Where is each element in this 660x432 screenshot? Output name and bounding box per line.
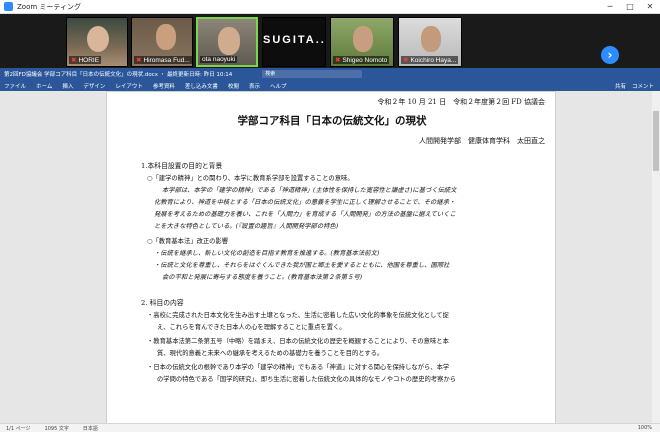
participant-name: Hiromasa Fud... [143,57,190,64]
page-count: 1/1 ページ [6,425,31,432]
participant-video [156,24,176,50]
participant-tile[interactable]: ✖ HORIE [66,17,128,67]
zoom-level[interactable]: 100% [638,425,652,431]
tab-home[interactable]: ホーム [36,82,52,90]
participant-strip: ✖ HORIE ✖ Hiromasa Fud... ota naoyuki SUGI… [0,14,660,68]
tab-help[interactable]: ヘルプ [270,82,287,90]
tab-references[interactable]: 参考資料 [153,82,175,90]
participant-tile[interactable]: SUGITA... [262,17,326,67]
list-item: 会の平和と発展に寄与する態度を養うこと。(教育基本法第２条第５号) [162,274,363,281]
zoom-window-title: Zoom ミーティング [17,2,81,11]
ribbon-tabs: ファイル ホーム 挿入 デザイン レイアウト 参考資料 差し込み文書 校閲 表示… [0,80,660,91]
list-item: の学問の特色である「国学的研究」、即ち生活に密着した伝統文化の具体的なモノやコト… [157,376,457,383]
paragraph: 化教育により、神道を中核とする「日本の伝統文化」の意義を学生に正しく理解させるこ… [154,199,456,206]
word-window: 第2回FD協議会 学部コア科目「日本の伝統文化」の現状.docx ・ 最終更新日… [0,68,660,432]
minimize-button[interactable]: ─ [600,0,620,14]
participant-name-placeholder: SUGITA... [263,34,326,46]
tab-file[interactable]: ファイル [4,82,26,90]
participant-tile[interactable]: ✖ Koichiro Haya... [398,17,462,67]
document-heading: 学部コア科目「日本の伝統文化」の現状 [237,115,427,127]
document-title: 第2回FD協議会 学部コア科目「日本の伝統文化」の現状.docx ・ 最終更新日… [4,72,233,78]
list-item: ・伝統と文化を尊重し、それらをはぐくんできた我が国と郷土を愛するとともに、他国を… [154,262,450,269]
zoom-logo-icon [4,2,13,11]
mic-muted-icon: ✖ [335,57,341,64]
participant-name: ota naoyuki [202,56,236,63]
tab-layout[interactable]: レイアウト [115,82,143,90]
participant-tile[interactable]: ✖ Hiromasa Fud... [131,17,193,67]
status-bar: 1/1 ページ 1095 文字 日本語 100% [0,423,660,432]
section-heading: 1.本科目設置の目的と背景 [141,162,223,170]
tab-review[interactable]: 校閲 [228,82,239,90]
section-heading: 2. 科目の内容 [141,299,184,307]
paragraph: とを大きな特色としている。(『設置の趣旨』人間開発学部の特色) [154,223,339,230]
vertical-scrollbar[interactable] [652,91,660,423]
list-item: え、これらを育んできた日本人の心を理解することに重点を置く。 [157,324,346,331]
list-item: ・伝統を継承し、新しい文化の創造を目指す教育を推進する。(教育基本法前文) [154,250,380,257]
list-item: ・高校に完成された日本文化を生み出す土壌となった、生活に密着した広い文化的事象を… [147,312,449,319]
mic-muted-icon: ✖ [71,57,77,64]
mic-muted-icon: ✖ [136,57,142,64]
document-page[interactable]: 令和２年 10 月 21 日 令和２年度第２回 FD 協議会 学部コア科目「日本… [106,91,556,423]
paragraph: 発展を考えるための基礎力を養い、これを「人間力」を育成する「人間開発」の方法の基… [154,211,456,218]
participant-tile[interactable]: ✖ Shigeo Nomoto [330,17,394,67]
mic-muted-icon: ✖ [403,57,409,64]
scrollbar-thumb[interactable] [653,111,659,171]
word-titlebar: 第2回FD協議会 学部コア科目「日本の伝統文化」の現状.docx ・ 最終更新日… [0,68,660,80]
participant-name: Koichiro Haya... [410,57,457,64]
author-line: 人間開発学部 健康体育学科 太田直之 [419,137,545,145]
participant-video [218,27,240,55]
participant-tile-active[interactable]: ota naoyuki [196,17,258,67]
chevron-right-icon: › [607,48,613,62]
list-item: 質、現代的意義と未来への継承を考えるための基礎力を養うことを目的とする。 [157,350,384,357]
document-area[interactable]: 令和２年 10 月 21 日 令和２年度第２回 FD 協議会 学部コア科目「日本… [0,91,660,423]
language: 日本語 [82,425,98,432]
search-box[interactable]: 検索 [262,70,363,78]
participant-name: HORIE [78,57,100,64]
date-line: 令和２年 10 月 21 日 令和２年度第２回 FD 協議会 [377,98,545,106]
participant-video [421,26,441,52]
next-participants-button[interactable]: › [601,46,619,64]
comments-button[interactable]: コメント [632,82,654,90]
word-count: 1095 文字 [44,425,69,432]
participant-name: Shigeo Nomoto [342,57,388,64]
maximize-button[interactable]: □ [620,0,640,14]
paragraph: ○「教育基本法」改正の影響 [147,238,229,245]
paragraph: 本学部は、本学の「建学の精神」である「神道精神」(主体性を保持した寛容性と謙虚さ… [162,187,457,194]
share-button[interactable]: 共有 [615,82,626,90]
tab-mailings[interactable]: 差し込み文書 [185,82,218,90]
list-item: ・教育基本法第二条第五号（中略）を踏まえ、日本の伝統文化の歴史を概観することによ… [147,338,449,345]
paragraph: ○「建学の精神」との関わり、本学に教育系学部を設置することの意味。 [147,175,354,182]
close-button[interactable]: ✕ [640,0,660,14]
tab-insert[interactable]: 挿入 [62,82,73,90]
zoom-titlebar: Zoom ミーティング ─ □ ✕ [0,0,660,14]
list-item: ・日本の伝統文化の根幹であり本学の「建学の精神」でもある「神道」に対する関心を保… [147,364,450,371]
tab-view[interactable]: 表示 [249,82,260,90]
tab-design[interactable]: デザイン [83,82,105,90]
participant-video [87,26,109,52]
participant-video [353,26,373,52]
